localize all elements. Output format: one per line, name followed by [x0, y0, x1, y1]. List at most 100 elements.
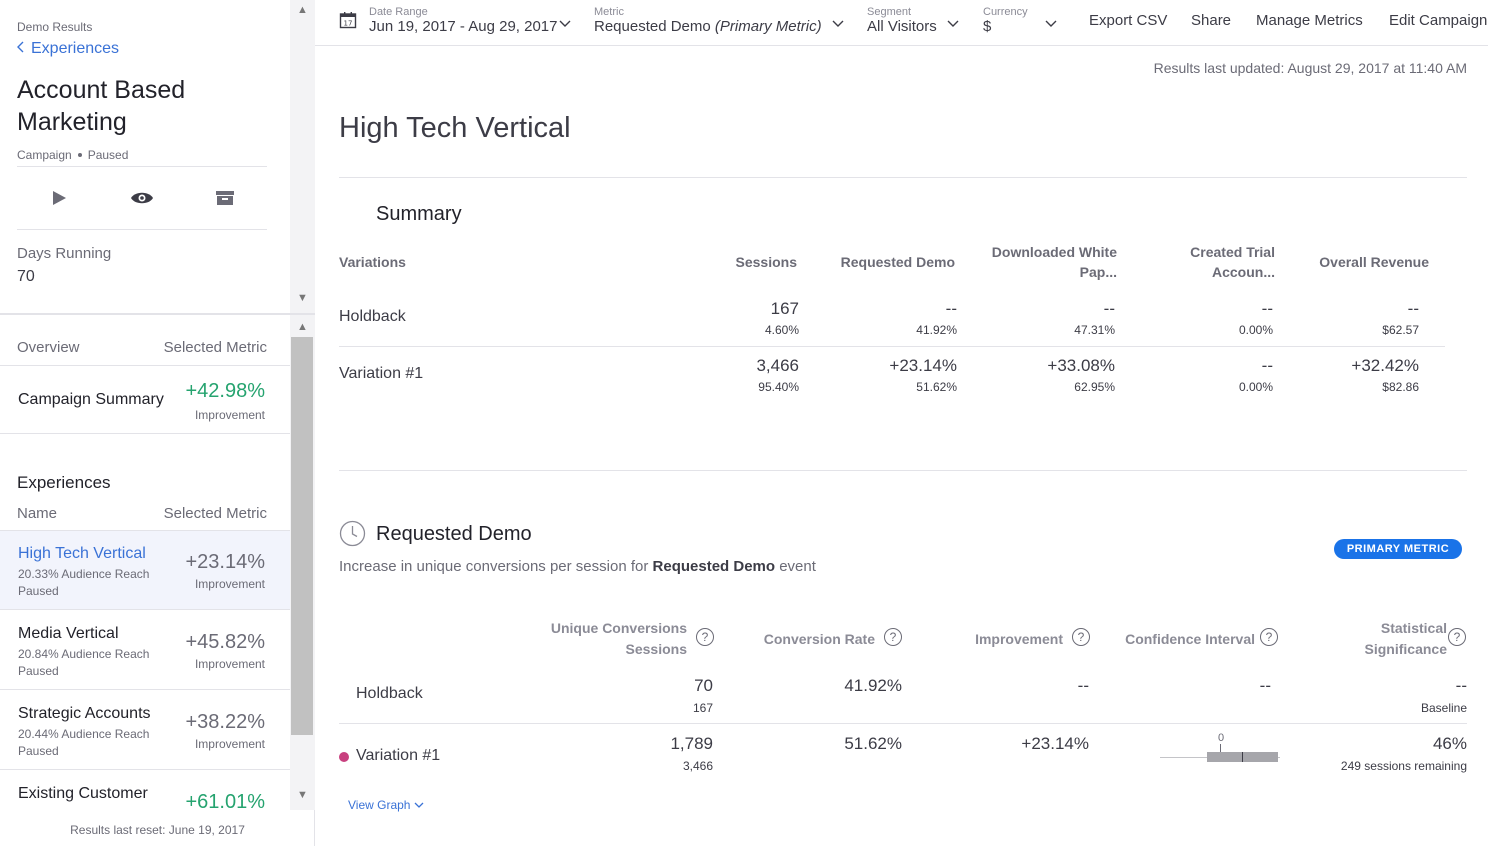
- row-label: Variation #1: [339, 365, 424, 382]
- sidebar: Demo Results Experiences Account Based M…: [0, 0, 315, 846]
- col-sessions: Sessions: [735, 254, 797, 270]
- divider: [17, 166, 267, 167]
- cell-significance-sub: Baseline: [1420, 701, 1467, 715]
- play-icon: [50, 189, 68, 210]
- help-icon[interactable]: ?: [1448, 628, 1466, 646]
- cell-sub: 41.92%: [916, 323, 957, 337]
- experience-metric-sub: Improvement: [194, 577, 265, 591]
- scroll-up-arrow[interactable]: ▲: [290, 319, 315, 335]
- help-icon[interactable]: ?: [696, 628, 714, 646]
- play-button[interactable]: [39, 179, 79, 219]
- back-link-label: Experiences: [31, 40, 120, 57]
- chevron-down-icon: [414, 798, 424, 812]
- cell-sub: $62.57: [1382, 323, 1419, 337]
- campaign-summary-value: +42.98%: [185, 380, 265, 402]
- cell-value: +33.08%: [1047, 356, 1115, 375]
- cell-value: +32.42%: [1351, 356, 1419, 375]
- days-running-label: Days Running: [17, 245, 112, 262]
- experience-metric-value: +61.01%: [185, 791, 265, 810]
- experience-item[interactable]: Media Vertical 20.84% Audience Reach Pau…: [0, 611, 290, 690]
- calendar-icon: 17: [339, 11, 357, 32]
- scroll-down-arrow[interactable]: ▼: [290, 787, 315, 803]
- help-icon[interactable]: ?: [1072, 628, 1090, 646]
- campaign-actions: [17, 168, 267, 230]
- results-reset-note: Results last reset: June 19, 2017: [70, 823, 245, 837]
- cell-sub: 62.95%: [1074, 380, 1115, 394]
- cell-value: +23.14%: [889, 356, 957, 375]
- experience-name: Strategic Accounts: [18, 705, 151, 722]
- col-statistical-significance: Statistical Significance: [1305, 618, 1447, 660]
- row-label: Holdback: [339, 308, 406, 325]
- campaign-summary-sub: Improvement: [194, 408, 265, 422]
- metric-filter[interactable]: Metric Requested Demo (Primary Metric): [594, 6, 846, 40]
- row-label: Variation #1: [356, 747, 441, 764]
- segment-filter[interactable]: Segment All Visitors: [867, 6, 961, 40]
- selected-metric-label: Selected Metric: [163, 339, 267, 356]
- cell-conversions: 70: [694, 676, 713, 695]
- archive-icon: [215, 190, 235, 209]
- col-stat-sig-line2: Significance: [1364, 641, 1447, 657]
- cell-sub: 95.40%: [758, 380, 799, 394]
- cell-significance: 46%: [1432, 734, 1467, 753]
- experience-item[interactable]: High Tech Vertical 20.33% Audience Reach…: [0, 531, 290, 610]
- experiences-title: Experiences: [17, 473, 111, 492]
- name-column-label: Name: [17, 505, 58, 522]
- experience-item[interactable]: Existing Customer +61.01%: [0, 771, 290, 810]
- cell-value: --: [1261, 356, 1273, 375]
- desc-suffix: event: [779, 558, 816, 575]
- sidebar-campaign-panel: Demo Results Experiences Account Based M…: [0, 0, 290, 313]
- col-requested-demo: Requested Demo: [840, 254, 955, 270]
- archive-button[interactable]: [205, 179, 245, 219]
- preview-button[interactable]: [122, 179, 162, 219]
- experience-name: High Tech Vertical: [18, 545, 146, 562]
- experience-metric-value: +45.82%: [185, 631, 265, 653]
- row-divider: [339, 723, 1467, 724]
- scroll-thumb[interactable]: [291, 337, 313, 735]
- share-link[interactable]: Share: [1191, 12, 1231, 29]
- divider: [17, 229, 267, 230]
- export-csv-link[interactable]: Export CSV: [1089, 12, 1167, 29]
- cell-sub: 47.31%: [1074, 323, 1115, 337]
- primary-metric-badge: PRIMARY METRIC: [1334, 539, 1462, 559]
- cell-value: --: [945, 299, 957, 318]
- col-improvement: Improvement: [975, 631, 1063, 647]
- view-graph-link[interactable]: View Graph: [348, 798, 424, 812]
- days-running-value: 70: [17, 268, 35, 285]
- experience-name: Existing Customer: [18, 785, 148, 802]
- col-created-trial-account: Created Trial Accoun...: [1190, 244, 1275, 280]
- scrollbar-bottom[interactable]: ▲ ▼: [290, 315, 315, 810]
- cell-sub: 0.00%: [1238, 323, 1273, 337]
- help-icon[interactable]: ?: [884, 628, 902, 646]
- experience-item[interactable]: Strategic Accounts 20.44% Audience Reach…: [0, 691, 290, 770]
- manage-metrics-link[interactable]: Manage Metrics: [1256, 12, 1363, 29]
- col-overall-revenue: Overall Revenue: [1319, 254, 1429, 270]
- campaign-type: Campaign: [17, 148, 72, 162]
- back-to-experiences-link[interactable]: Experiences: [17, 40, 119, 58]
- cell-significance-sub: 249 sessions remaining: [1340, 759, 1467, 773]
- requested-demo-title: Requested Demo: [376, 523, 532, 545]
- campaign-summary-row[interactable]: Campaign Summary +42.98% Improvement: [0, 365, 290, 434]
- col-unique-conversions-label: Unique Conversions: [550, 620, 687, 636]
- cell-conversion-rate: 41.92%: [844, 676, 902, 695]
- chevron-left-icon: [17, 40, 25, 58]
- separator-dot: [77, 153, 82, 157]
- col-conversion-rate: Conversion Rate: [763, 631, 875, 647]
- scroll-down-arrow[interactable]: ▼: [290, 290, 315, 306]
- date-range-filter[interactable]: 17 Date Range Jun 19, 2017 - Aug 29, 201…: [339, 6, 575, 40]
- edit-campaign-link[interactable]: Edit Campaign: [1389, 12, 1487, 29]
- sidebar-list-panel: Overview Selected Metric Campaign Summar…: [0, 315, 290, 810]
- help-icon[interactable]: ?: [1260, 628, 1278, 646]
- chevron-down-icon: [559, 15, 571, 31]
- breadcrumb[interactable]: Demo Results: [17, 20, 92, 34]
- scrollbar-top[interactable]: ▲ ▼: [290, 0, 315, 313]
- cell-confidence-interval: --: [1259, 676, 1271, 695]
- svg-text:17: 17: [344, 20, 353, 28]
- experience-reach: 20.84% Audience Reach: [18, 647, 150, 661]
- currency-filter[interactable]: Currency $: [983, 6, 1059, 40]
- cell-conversions: 1,789: [670, 734, 713, 753]
- cell-conversion-rate: 51.62%: [844, 734, 902, 753]
- col-downloaded-white-paper: Downloaded White Pap...: [991, 244, 1117, 280]
- scroll-up-arrow[interactable]: ▲: [290, 2, 315, 18]
- chevron-down-icon: [1045, 15, 1057, 31]
- requested-demo-description: Increase in unique conversions per sessi…: [339, 558, 816, 575]
